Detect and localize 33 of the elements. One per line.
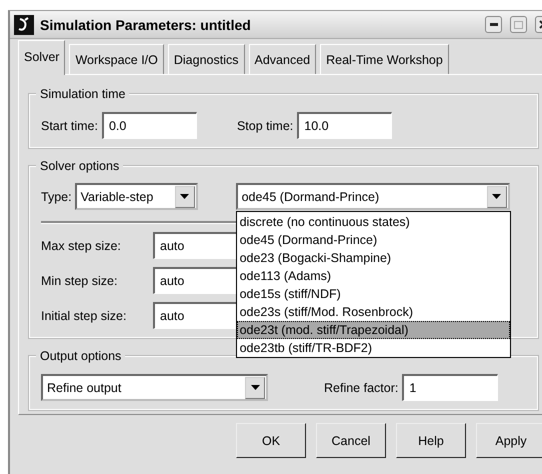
field-label: Refine factor: bbox=[324, 380, 398, 394]
maximize-icon bbox=[514, 20, 523, 28]
input-field[interactable]: 0.0 bbox=[102, 112, 197, 139]
dropdown[interactable]: Refine output bbox=[41, 374, 268, 401]
field-label: Type: bbox=[41, 190, 72, 204]
field-label: Initial step size: bbox=[41, 308, 128, 322]
window-title: Simulation Parameters: untitled bbox=[40, 16, 252, 32]
app-icon bbox=[14, 14, 34, 34]
minimize-icon bbox=[490, 23, 498, 26]
field-label: Stop time: bbox=[236, 118, 294, 132]
maximize-button[interactable] bbox=[510, 16, 527, 33]
dialog-button[interactable]: OK bbox=[236, 423, 306, 458]
tab[interactable]: Advanced bbox=[248, 44, 316, 74]
tab[interactable]: Diagnostics bbox=[168, 44, 244, 74]
dialog-button[interactable]: Cancel bbox=[316, 423, 386, 458]
list-option[interactable]: ode23tb (stiff/TR-BDF2) bbox=[236, 339, 510, 357]
dialog-button[interactable]: Apply bbox=[476, 423, 542, 458]
dropdown[interactable]: ode45 (Dormand-Prince) bbox=[236, 183, 510, 210]
group-title: Solver options bbox=[36, 158, 124, 174]
input-field[interactable]: 1 bbox=[402, 374, 498, 401]
tab[interactable]: Workspace I/O bbox=[69, 44, 164, 74]
tab[interactable]: Real-Time Workshop bbox=[320, 44, 449, 74]
dialog-button[interactable]: Help bbox=[396, 423, 466, 458]
tab[interactable]: Solver bbox=[18, 40, 66, 75]
list-option[interactable]: discrete (no continuous states) bbox=[236, 213, 510, 231]
input-field[interactable]: 10.0 bbox=[297, 112, 392, 139]
field-label: Min step size: bbox=[41, 274, 118, 288]
field-label: Max step size: bbox=[41, 238, 122, 252]
field-label: Start time: bbox=[41, 118, 98, 132]
list-option[interactable]: ode23t (mod. stiff/Trapezoidal) bbox=[236, 321, 510, 339]
group-title: Output options bbox=[36, 348, 126, 364]
minimize-button[interactable] bbox=[485, 16, 502, 33]
dropdown[interactable]: Variable-step bbox=[74, 183, 198, 210]
